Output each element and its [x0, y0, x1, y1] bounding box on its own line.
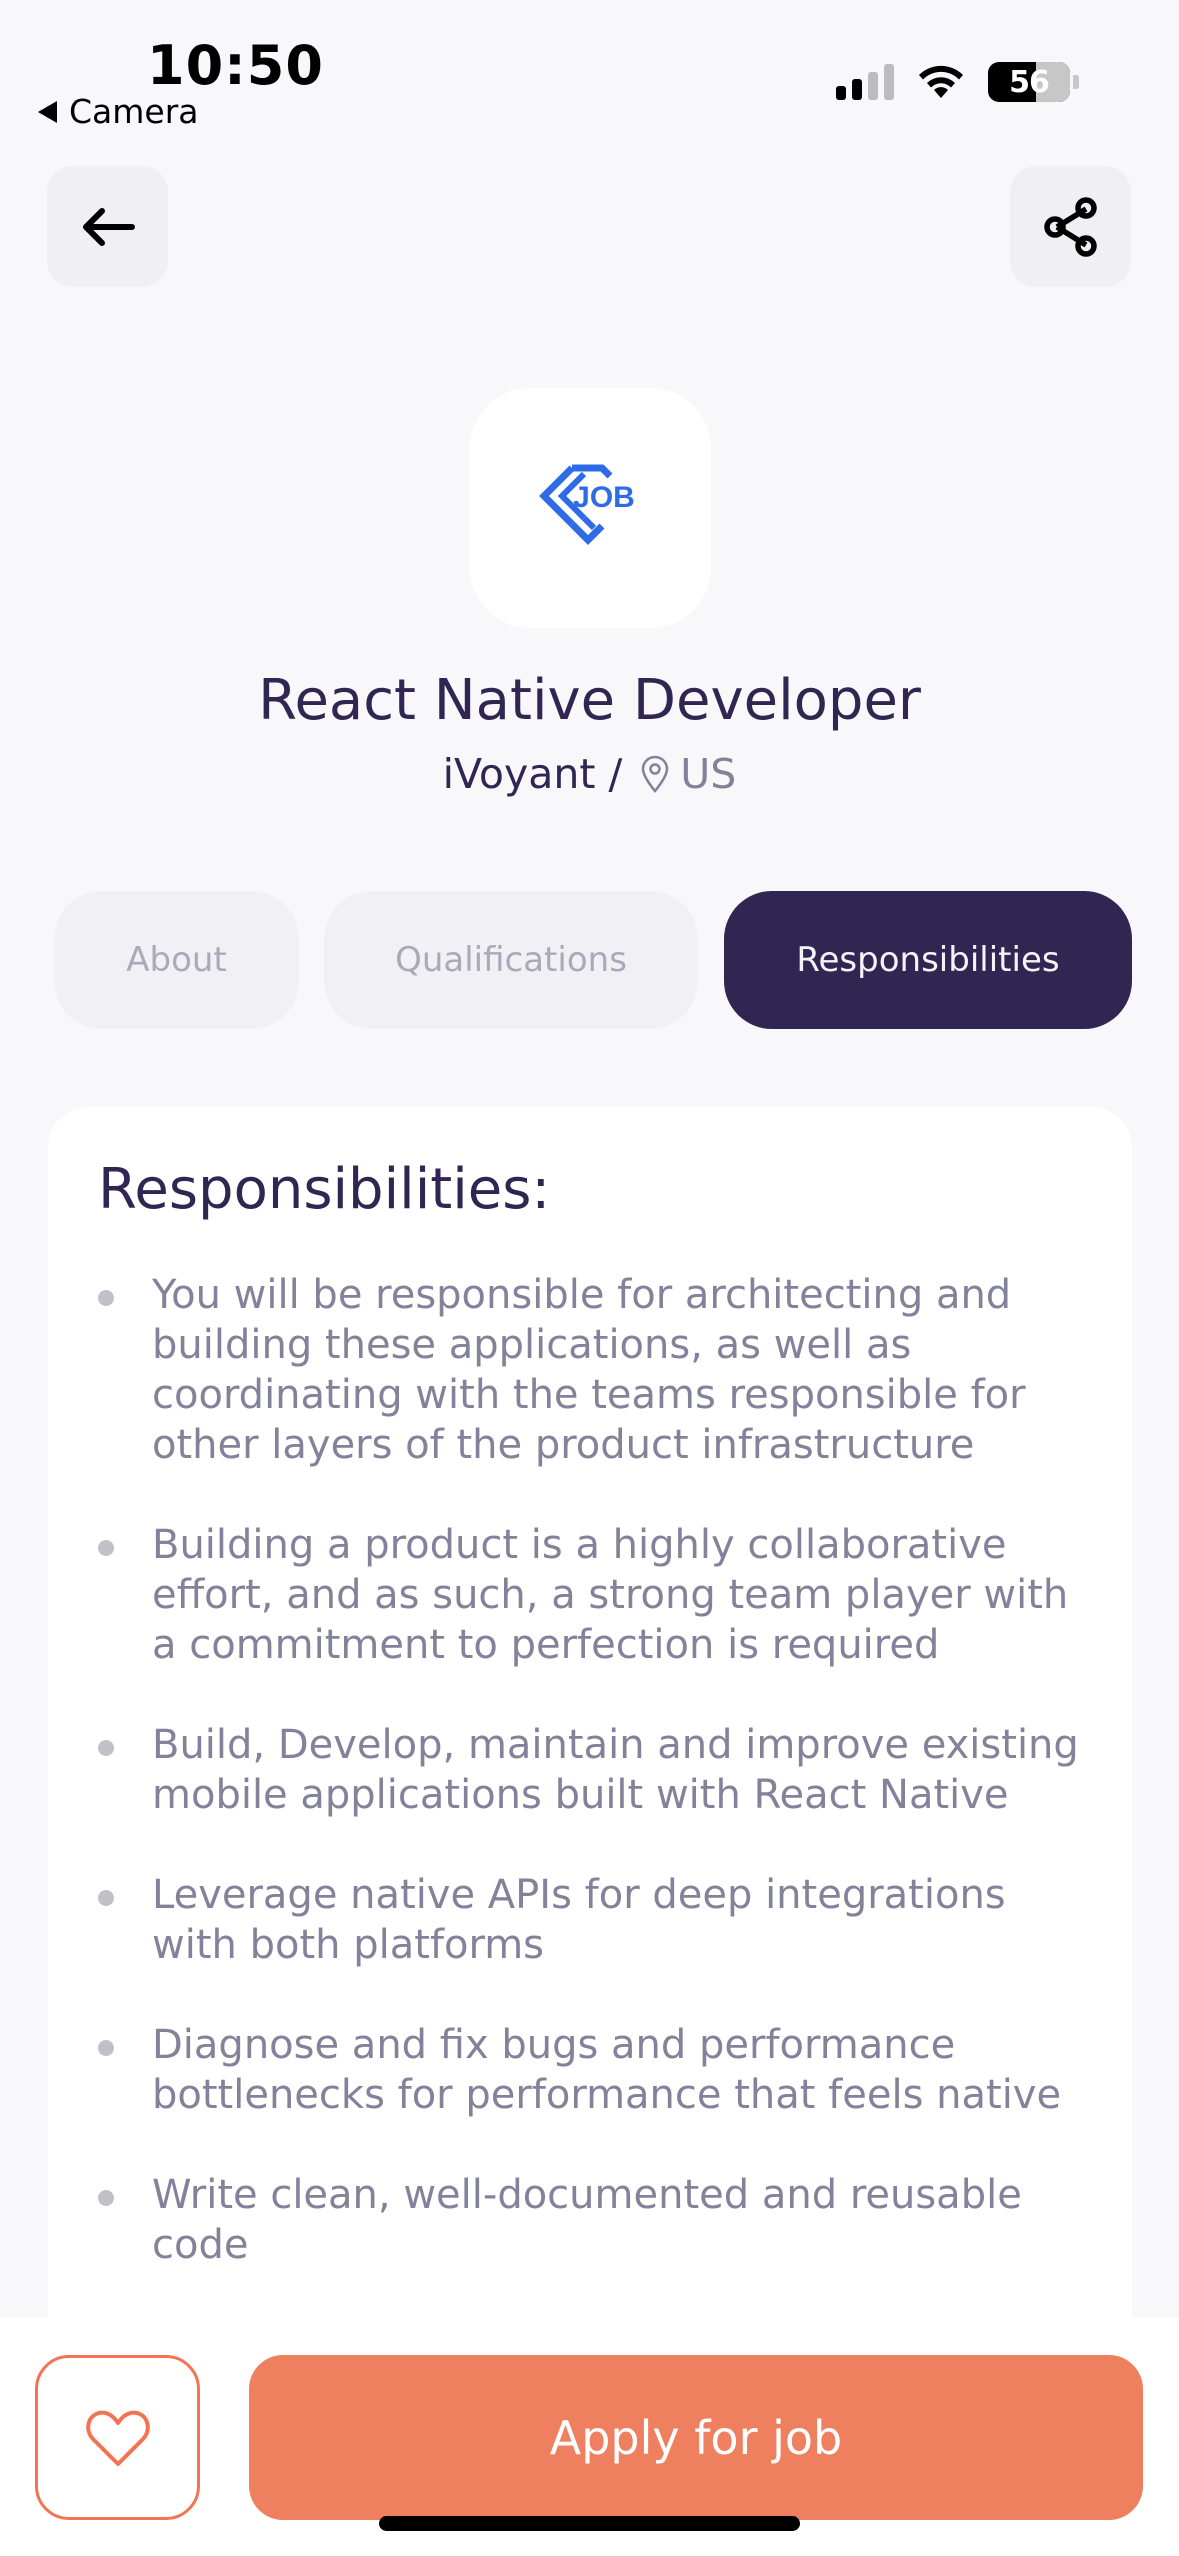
logo-text: JOB: [573, 481, 635, 514]
list-item-text: Leverage native APIs for deep integratio…: [152, 1872, 1006, 1968]
arrow-left-icon: [82, 207, 135, 246]
bullet-dot: [98, 2040, 114, 2056]
tab-responsibilities[interactable]: Responsibilities: [724, 891, 1132, 1029]
share-icon: [1043, 196, 1097, 257]
location-pin-icon: [640, 755, 670, 793]
tab-qualifications[interactable]: Qualifications: [324, 891, 698, 1029]
wifi-icon: [916, 64, 966, 100]
list-item-text: Write clean, well-documented and reusabl…: [152, 2172, 1022, 2268]
home-indicator[interactable]: [379, 2516, 800, 2531]
section-title: Responsibilities:: [98, 1157, 551, 1222]
bullet-dot: [98, 2190, 114, 2206]
list-item: Leverage native APIs for deep integratio…: [98, 1870, 1092, 1970]
bullet-dot: [98, 1290, 114, 1306]
list-item: Diagnose and fix bugs and performance bo…: [98, 2020, 1092, 2120]
company-logo: JOB: [470, 388, 711, 628]
heart-icon: [85, 2410, 150, 2466]
bullet-dot: [98, 1740, 114, 1756]
job-title: React Native Developer: [258, 668, 921, 733]
status-icons: 56: [836, 62, 1079, 102]
tab-about[interactable]: About: [54, 891, 299, 1029]
status-time: 10:50: [147, 34, 324, 97]
company-location-row: iVoyant / US: [0, 750, 1179, 798]
company-name: iVoyant /: [442, 750, 623, 798]
back-app-label: Camera: [69, 92, 199, 131]
list-item-text: Building a product is a highly collabora…: [152, 1522, 1069, 1668]
apply-button[interactable]: Apply for job: [249, 2355, 1143, 2520]
back-button[interactable]: [47, 166, 168, 287]
like-button[interactable]: [35, 2355, 200, 2520]
job-details-screen: 10:50 Camera 56 JOB React Native Develop…: [0, 0, 1179, 2556]
share-button[interactable]: [1010, 166, 1131, 287]
battery-percent: 56: [1009, 64, 1050, 100]
list-item-text: Build, Develop, maintain and improve exi…: [152, 1722, 1079, 1818]
list-item: Write clean, well-documented and reusabl…: [98, 2170, 1092, 2270]
job-logo-icon: JOB: [538, 464, 635, 545]
back-triangle-icon: [38, 100, 57, 123]
cellular-signal-icon: [836, 64, 894, 100]
list-item-text: You will be responsible for architecting…: [152, 1272, 1026, 1468]
bullet-dot: [98, 1890, 114, 1906]
list-item: Building a product is a highly collabora…: [98, 1520, 1092, 1670]
job-location: US: [680, 750, 737, 798]
list-item-text: Diagnose and fix bugs and performance bo…: [152, 2022, 1062, 2118]
bullet-dot: [98, 1540, 114, 1556]
list-item: You will be responsible for architecting…: [98, 1270, 1092, 1470]
battery-indicator: 56: [988, 62, 1079, 102]
list-item: Build, Develop, maintain and improve exi…: [98, 1720, 1092, 1820]
responsibilities-list: You will be responsible for architecting…: [98, 1270, 1092, 2270]
back-to-app-link[interactable]: Camera: [38, 92, 199, 131]
